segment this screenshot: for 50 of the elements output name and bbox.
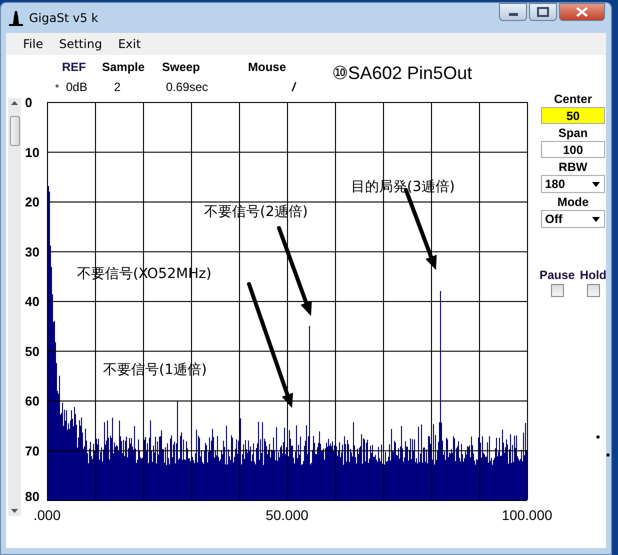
y-axis-label: 10 bbox=[25, 144, 40, 160]
menu-item[interactable]: Setting bbox=[52, 37, 112, 51]
dots-drawing bbox=[596, 435, 610, 457]
readout-value: 0.69sec bbox=[165, 80, 210, 96]
readout-value: 0dB bbox=[65, 80, 88, 96]
readout-value: / bbox=[290, 80, 298, 96]
menu-item[interactable]: File bbox=[16, 37, 52, 51]
control-label: Span bbox=[558, 126, 588, 141]
close-button[interactable] bbox=[559, 3, 605, 21]
caret-icon bbox=[592, 182, 600, 186]
y-axis-label: 20 bbox=[25, 194, 40, 210]
x-axis-label: .000 bbox=[33, 507, 61, 523]
checkbox[interactable] bbox=[586, 284, 600, 297]
y-axis-label: 40 bbox=[25, 294, 40, 309]
y-axis-label: 70 bbox=[25, 443, 40, 458]
scroll-up-icon[interactable] bbox=[11, 101, 18, 105]
readout-label: Sweep bbox=[162, 60, 202, 76]
scroll-down-icon[interactable] bbox=[11, 509, 18, 513]
maximize-button[interactable] bbox=[529, 3, 557, 21]
close-icon bbox=[576, 7, 588, 17]
trace-caption: ⑩SA602 Pin5Out bbox=[332, 62, 472, 84]
control-label: Center bbox=[554, 92, 592, 107]
waveform-icon bbox=[9, 10, 23, 26]
checkbox[interactable] bbox=[550, 284, 564, 297]
caret-icon bbox=[592, 216, 600, 222]
vertical-scrollbar[interactable] bbox=[8, 98, 21, 516]
y-axis-label: 30 bbox=[25, 244, 40, 260]
x-axis-label: 50.000 bbox=[266, 507, 308, 523]
readout-label: REF bbox=[62, 60, 87, 76]
marker-text: * bbox=[55, 82, 60, 96]
checkbox-label: Hold bbox=[580, 268, 607, 282]
checkbox-label: Pause bbox=[539, 268, 575, 282]
input-field[interactable]: 50 bbox=[541, 107, 605, 124]
control-label: RBW bbox=[558, 160, 588, 175]
readout-value: 2 bbox=[113, 80, 122, 96]
input-field[interactable]: 100 bbox=[541, 141, 605, 158]
readout-label: Mouse bbox=[248, 60, 288, 76]
window-title: GigaSt v5 k bbox=[29, 11, 100, 25]
control-label: Mode bbox=[557, 195, 589, 210]
y-axis-label: 60 bbox=[25, 394, 40, 408]
dropdown[interactable]: Off bbox=[541, 210, 605, 228]
menu-item[interactable]: Exit bbox=[111, 37, 150, 51]
scroll-thumb[interactable] bbox=[10, 116, 20, 146]
minimize-button[interactable] bbox=[499, 3, 527, 21]
readout-label: Sample bbox=[102, 60, 146, 76]
y-axis-label: 50 bbox=[25, 344, 40, 359]
y-axis-label: 80 bbox=[25, 489, 40, 504]
dropdown[interactable]: 180 bbox=[541, 175, 605, 193]
y-axis-label: 0 bbox=[25, 95, 32, 110]
x-axis-label: 100.000 bbox=[502, 507, 552, 523]
